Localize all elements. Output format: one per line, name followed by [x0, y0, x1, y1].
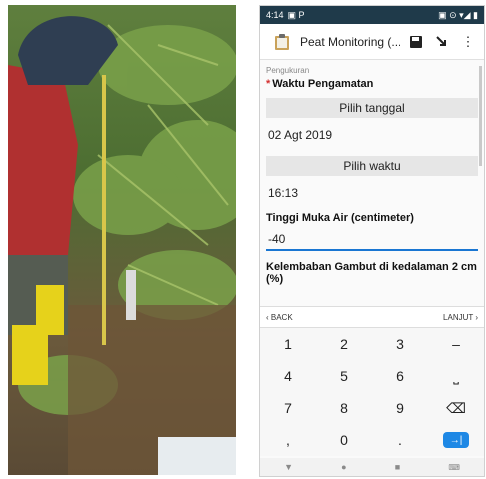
form-navigation: ‹ BACK LANJUT › — [260, 306, 484, 328]
system-navigation: ▼ ● ■ ⌨ — [260, 458, 484, 476]
water-level-input[interactable]: -40 — [266, 230, 478, 251]
field-photo — [8, 5, 236, 475]
next-button[interactable]: LANJUT › — [443, 313, 478, 322]
nav-back-icon[interactable]: ▼ — [284, 462, 293, 472]
question-peat-moisture-label: Kelembaban Gambut di kedalaman 2 cm (%) — [266, 261, 477, 285]
key-2[interactable]: 2 — [316, 328, 372, 360]
time-value: 16:13 — [268, 186, 299, 200]
form-title: Peat Monitoring (... — [300, 34, 400, 49]
scrollbar[interactable] — [479, 66, 482, 166]
question-observation-time-label: Waktu Pengamatan — [272, 78, 374, 90]
status-time: 4:14 — [266, 10, 284, 20]
key-4[interactable]: 4 — [260, 360, 316, 392]
app-bar: Peat Monitoring (... ⋮ — [260, 24, 484, 60]
key-dot[interactable]: . — [372, 424, 428, 456]
date-value: 02 Agt 2019 — [268, 128, 333, 142]
key-3[interactable]: 3 — [372, 328, 428, 360]
phone-screen: 4:14 ▣ P ▣ ⊙ ▾◢ ▮ Peat Monitoring (... ⋮… — [259, 5, 485, 477]
section-label: Pengukuran — [266, 66, 310, 75]
backspace-icon[interactable]: ⌫ — [428, 392, 484, 424]
enter-key[interactable]: →| — [428, 424, 484, 456]
status-left-icons: ▣ P — [287, 9, 305, 20]
keyboard-icon[interactable]: ⌨ — [448, 463, 460, 472]
clipboard-icon — [272, 32, 292, 52]
more-vert-icon[interactable]: ⋮ — [458, 32, 478, 52]
numeric-keypad: 1 2 3 – 4 5 6 ⎵ 7 8 9 ⌫ , 0 . →| — [260, 328, 484, 456]
choose-date-button[interactable]: Pilih tanggal — [266, 98, 478, 118]
question-observation-time: * Waktu Pengamatan — [266, 78, 478, 90]
key-5[interactable]: 5 — [316, 360, 372, 392]
status-right-icons: ▣ ⊙ ▾◢ ▮ — [438, 9, 478, 20]
key-0[interactable]: 0 — [316, 424, 372, 456]
back-button[interactable]: ‹ BACK — [266, 313, 293, 322]
key-space[interactable]: ⎵ — [428, 360, 484, 392]
question-water-level-label: Tinggi Muka Air (centimeter) — [266, 212, 414, 224]
required-marker: * — [266, 78, 271, 90]
key-comma[interactable]: , — [260, 424, 316, 456]
key-8[interactable]: 8 — [316, 392, 372, 424]
save-icon[interactable] — [406, 32, 426, 52]
form-content: Pengukuran * Waktu Pengamatan Pilih tangg… — [260, 60, 484, 285]
nav-recents-icon[interactable]: ■ — [395, 462, 400, 472]
enter-icon: →| — [443, 432, 469, 448]
nav-home-icon[interactable]: ● — [341, 462, 346, 472]
status-bar: 4:14 ▣ P ▣ ⊙ ▾◢ ▮ — [260, 6, 484, 24]
key-6[interactable]: 6 — [372, 360, 428, 392]
key-9[interactable]: 9 — [372, 392, 428, 424]
field-photo-illustration — [8, 16, 236, 475]
key-minus[interactable]: – — [428, 328, 484, 360]
choose-time-button[interactable]: Pilih waktu — [266, 156, 478, 176]
key-7[interactable]: 7 — [260, 392, 316, 424]
key-1[interactable]: 1 — [260, 328, 316, 360]
jump-icon[interactable] — [432, 32, 452, 52]
